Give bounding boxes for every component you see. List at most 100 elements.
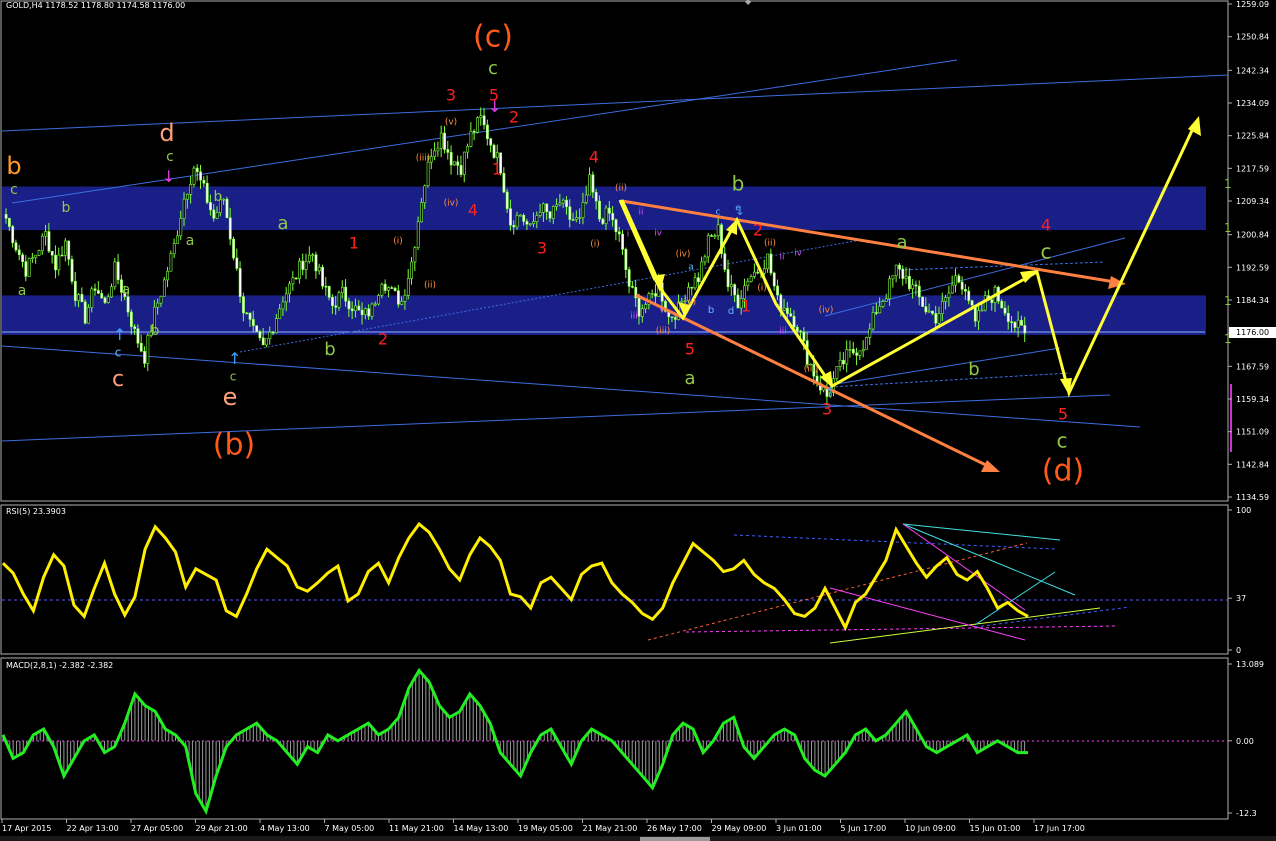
time-tick-label: 22 Apr 13:00 [67,824,119,833]
candle-body [776,285,779,296]
candle-body [176,235,179,244]
price-tick-label: 1192.59 [1236,263,1269,272]
time-tick-label: 4 May 13:00 [260,824,310,833]
price-tick-label: 1242.34 [1236,66,1269,75]
candle-body [294,277,298,280]
candle-body [238,268,242,297]
price-tick-label: 1151.09 [1236,428,1269,437]
candle-body [522,214,526,222]
candle-body [588,174,592,196]
candle-body [515,214,519,228]
candle-body [47,231,51,252]
wave-label: iii [630,312,638,322]
current-price-label: 1176.00 [1236,328,1269,337]
candle-body [301,260,305,270]
arrow-marker-icon: ↑ [228,349,241,368]
price-tick-label: 1259.09 [1236,0,1269,9]
candle-body [380,283,384,296]
candle-body [228,217,232,240]
candle-body [594,191,598,202]
chart-canvas: ↑ ↑ ↓ ↓ ↓ ↑ (c)c3 5214(v)(iii)(iv)(i)(ii)… [0,0,1276,841]
candle-body [700,261,704,283]
candle-body [235,257,239,269]
candle-body [954,275,957,286]
candle-body [113,261,117,288]
candle-body [617,231,621,235]
wave-label: a [18,283,27,299]
candle-body [192,167,196,185]
candle-body [406,278,410,296]
candle-body [749,276,753,282]
candle-body [331,297,334,307]
candle-body [189,184,193,195]
time-tick-label: 11 May 21:00 [389,824,444,833]
rsi-tick-label: 100 [1236,506,1251,515]
candle-body [258,331,262,339]
candle-body [311,254,315,257]
wave-label: b [968,359,979,380]
candle-body [1003,307,1007,314]
candle-body [146,335,150,364]
wave-label: e [223,383,238,411]
candle-body [697,277,700,283]
candle-body [298,260,301,279]
wave-label: a [186,233,195,249]
candle-body [100,293,104,299]
candle-body [584,194,588,203]
horizontal-scrollbar[interactable] [0,836,1276,841]
candle-body [17,249,21,256]
candle-body [162,279,166,297]
wave-label: (iii) [804,365,819,375]
candle-body [209,202,212,211]
candle-body [70,259,74,282]
candle-body [1006,313,1010,322]
candle-body [947,292,951,298]
candle-body [977,310,981,322]
candle-body [845,349,849,365]
candle-body [528,223,532,225]
candle-body [83,301,87,324]
wave-label: c [716,208,721,218]
candle-body [291,277,295,285]
candle-body [166,270,170,281]
candle-body [139,342,143,352]
candle-body [347,300,351,310]
candle-body [1016,319,1020,328]
time-tick-label: 7 May 05:00 [325,824,375,833]
time-tick-label: 21 May 21:00 [583,824,638,833]
candle-body [970,300,974,306]
candle-body [548,211,552,219]
candle-body [11,226,15,244]
wave-label: 5 [489,86,499,105]
candle-body [934,313,938,324]
candle-body [390,287,394,289]
candle-body [57,254,61,271]
candle-body [7,218,11,227]
time-tick-label: 29 May 09:00 [712,824,767,833]
time-tick-label: 3 Jun 01:00 [776,824,822,833]
wave-label: 2 [509,108,519,127]
candle-body [278,308,282,319]
candle-body [446,149,450,153]
svg-text:1: 1 [1224,177,1232,191]
candle-body [337,292,341,308]
candle-body [397,290,400,305]
candle-body [40,235,44,251]
candle-body [433,150,437,157]
candle-body [957,275,961,283]
candle-body [265,338,268,346]
candle-body [275,318,278,333]
wave-label: (iii) [416,154,431,164]
candle-body [50,250,54,256]
price-tick-label: 1225.84 [1236,132,1269,141]
wave-label: (ii) [764,239,776,249]
wave-label: (d) [1042,454,1084,489]
candle-body [851,349,855,354]
wave-label: b [324,339,335,360]
menu-arrow-icon[interactable]: ◆ [745,0,752,6]
candle-body [387,287,390,291]
candle-body [271,331,275,334]
candle-body [156,302,160,308]
candle-body [921,296,925,307]
candle-body [364,308,367,315]
